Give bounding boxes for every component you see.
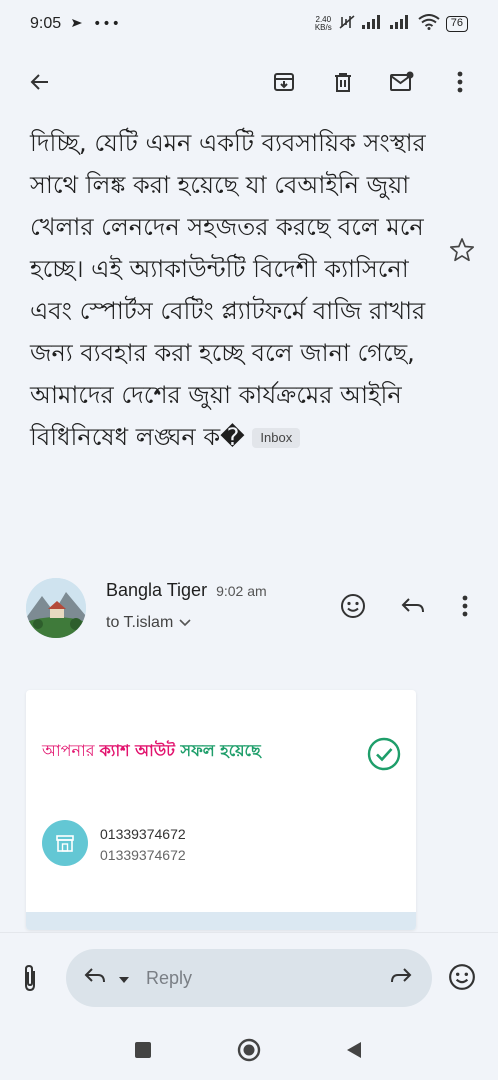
- wifi-icon: [418, 14, 440, 34]
- reply-placeholder: Reply: [146, 967, 193, 988]
- more-vert-icon[interactable]: [449, 590, 481, 622]
- reply-mode-icon[interactable]: [84, 966, 108, 990]
- signal-icon-2: [389, 15, 412, 33]
- forward-icon[interactable]: [388, 966, 412, 990]
- chevron-down-icon: [179, 614, 191, 632]
- sent-time: 9:02 am: [216, 583, 267, 599]
- card-title-part1: আপনার: [42, 741, 100, 760]
- card-title: আপনার ক্যাশ আউট সফল হয়েছে: [42, 738, 261, 765]
- status-bar: 9:05 ••• 2.40 KB/s 76: [0, 0, 498, 48]
- reply-icon[interactable]: [397, 590, 429, 622]
- emoji-icon[interactable]: [448, 963, 478, 993]
- recipients-toggle[interactable]: to T.islam: [106, 614, 191, 632]
- recents-icon[interactable]: [131, 1038, 155, 1062]
- email-body: দিচ্ছি, যেটি এমন একটি ব্যবসায়িক সংস্থার…: [30, 122, 450, 458]
- merchant-store-icon: [42, 820, 88, 866]
- message-card: আপনার ক্যাশ আউট সফল হয়েছে 01339374672 0…: [26, 690, 416, 930]
- battery-level: 76: [445, 16, 468, 32]
- home-icon[interactable]: [237, 1038, 261, 1062]
- card-title-part2: ক্যাশ আউট: [99, 741, 175, 760]
- system-nav-bar: [0, 1030, 498, 1070]
- card-footer-strip: [26, 912, 416, 930]
- notification-dots-icon: •••: [93, 16, 121, 32]
- mark-unread-icon[interactable]: [382, 62, 422, 102]
- back-arrow-icon[interactable]: [20, 62, 60, 102]
- status-time: 9:05: [30, 15, 62, 32]
- more-vert-icon[interactable]: [440, 62, 480, 102]
- recipient-text: to T.islam: [106, 614, 174, 631]
- net-speed-unit: KB/s: [314, 23, 332, 32]
- emoji-react-icon[interactable]: [337, 590, 369, 622]
- inbox-label-chip[interactable]: Inbox: [252, 428, 301, 448]
- card-title-part3: সফল হয়েছে: [174, 741, 261, 760]
- star-icon[interactable]: [448, 236, 476, 264]
- net-speed: 2.40 KB/s: [315, 16, 332, 32]
- sender-header: Bangla Tiger 9:02 am to T.islam: [0, 570, 498, 650]
- mute-icon: [338, 14, 356, 34]
- sender-name[interactable]: Bangla Tiger: [106, 580, 207, 600]
- delete-icon[interactable]: [323, 62, 363, 102]
- location-arrow-icon: [71, 15, 83, 33]
- reply-input[interactable]: Reply: [66, 949, 432, 1007]
- account-number-primary: 01339374672: [100, 826, 186, 842]
- archive-icon[interactable]: [264, 62, 304, 102]
- reply-mode-dropdown-icon[interactable]: [118, 969, 130, 988]
- email-body-text: দিচ্ছি, যেটি এমন একটি ব্যবসায়িক সংস্থার…: [30, 129, 426, 451]
- sender-line: Bangla Tiger 9:02 am: [106, 580, 267, 601]
- back-nav-icon[interactable]: [342, 1038, 366, 1062]
- signal-icon-1: [361, 15, 384, 33]
- success-check-icon: [366, 736, 402, 772]
- attach-icon[interactable]: [20, 963, 48, 993]
- avatar[interactable]: [26, 578, 86, 638]
- account-number-secondary: 01339374672: [100, 847, 186, 863]
- email-toolbar: [0, 48, 498, 116]
